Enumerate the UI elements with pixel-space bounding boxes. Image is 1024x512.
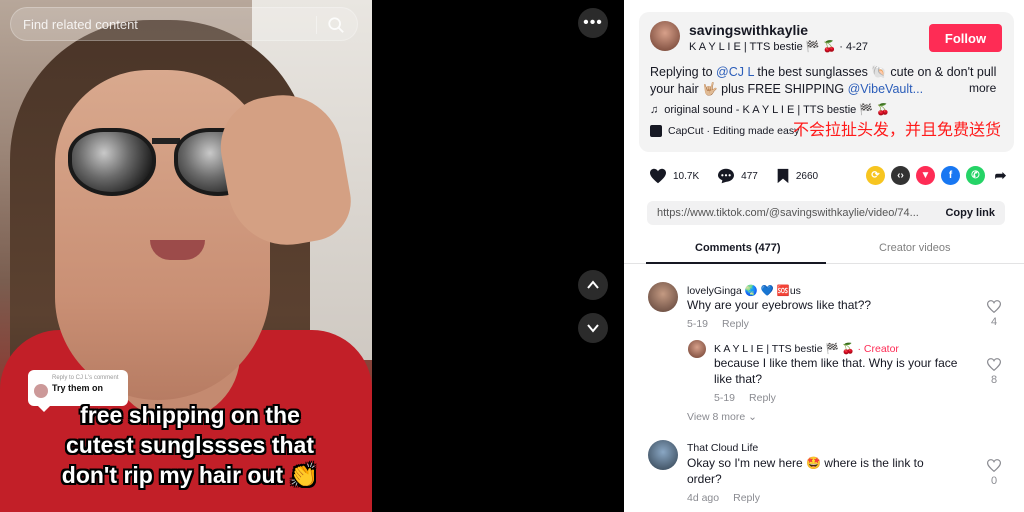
whatsapp-icon[interactable]: ✆ [966,166,985,185]
comment-meta: 5-19 Reply [687,318,749,330]
heart-outline-icon [986,358,1002,372]
video-caption: free shipping on the cutest sunglssses t… [40,400,340,490]
comment-button[interactable]: 477 [717,168,758,184]
author-avatar[interactable] [650,21,680,51]
comment-text: Why are your eyebrows like that?? [687,298,872,312]
capcut-link[interactable]: CapCut · Editing made easy [650,125,799,137]
video-description: Replying to @CJ L the best sunglasses 🐚 … [650,64,1000,98]
heart-outline-icon [986,300,1002,314]
action-bar: 10.7K 477 2660 [649,165,836,187]
facebook-icon[interactable]: f [941,166,960,185]
commenter-avatar[interactable] [648,282,678,312]
heart-icon [650,168,666,184]
share-arrow-icon[interactable]: ➦ [991,166,1010,185]
reply-meta: 5-19 Reply [714,392,776,404]
reply-author-label: K A Y L I E | TTS bestie 🏁 🍒 [714,343,855,355]
author-username[interactable]: savingswithkaylie [689,22,808,38]
detail-panel: savingswithkaylie K A Y L I E | TTS best… [624,0,1024,512]
search-placeholder: Find related content [23,17,138,32]
reply-like-count: 8 [990,374,998,386]
previous-video-button[interactable] [578,270,608,300]
comment-count: 477 [741,170,758,182]
tab-creator-videos[interactable]: Creator videos [879,242,951,254]
comment-tabs: Comments (477) Creator videos [624,238,1024,264]
video-player[interactable]: Find related content Reply to CJ L's com… [0,0,372,512]
mention-link[interactable]: @VibeVault... [848,82,923,96]
save-count: 2660 [795,170,819,182]
comment-icon [718,168,735,184]
more-link[interactable]: more [969,81,996,95]
reply-button[interactable]: Reply [722,318,749,330]
translation-overlay: 不会拉扯头发，并且免费送货 [793,122,1002,139]
embed-icon[interactable]: ‹› [891,166,910,185]
reply-author-name[interactable]: K A Y L I E | TTS bestie 🏁 🍒 · Creator [714,342,899,355]
capcut-label: CapCut · Editing made easy [668,125,800,137]
sticker-comment-text: Try them on [52,383,104,393]
chevron-down-icon [587,324,599,333]
copy-link-button[interactable]: Copy link [945,207,995,219]
reply-button[interactable]: Reply [749,392,776,404]
caption-line: cutest sunglssses that [66,432,314,458]
tab-comments[interactable]: Comments (477) [695,242,781,254]
comment-meta: 4d ago Reply [687,492,760,504]
search-icon[interactable] [327,16,345,34]
search-divider [316,16,317,34]
video-url: https://www.tiktok.com/@savingswithkayli… [657,207,919,219]
active-tab-indicator [646,262,826,264]
reply-text: because I like them like that. Why is yo… [714,356,958,386]
sound-name: original sound - K A Y L I E | TTS besti… [664,104,890,116]
save-button[interactable]: 2660 [776,168,818,184]
like-button[interactable]: 10.7K [649,168,699,184]
follow-button[interactable]: Follow [929,24,1002,52]
comment-like-button[interactable]: 0 [984,459,1004,487]
desc-prefix: Replying to [650,65,717,79]
search-bar[interactable]: Find related content [10,7,358,41]
send-icon[interactable]: ▼ [916,166,935,185]
repost-icon[interactable]: ⟳ [866,166,885,185]
commenter-name[interactable]: That Cloud Life [687,442,758,454]
heart-outline-icon [986,459,1002,473]
creator-avatar[interactable] [688,340,706,358]
sound-link[interactable]: ♫ original sound - K A Y L I E | TTS bes… [650,103,890,117]
share-buttons: ⟳ ‹› ▼ f ✆ ➦ [866,166,1010,185]
creator-badge: · Creator [857,343,899,355]
commenter-name[interactable]: lovelyGinga 🌏 💙 🆘us [687,284,801,297]
reply-button[interactable]: Reply [733,492,760,504]
caption-line: don't rip my hair out 👏 [61,462,319,488]
copy-link-row: https://www.tiktok.com/@savingswithkayli… [647,201,1005,225]
comment-text: Okay so I'm new here 🤩 where is the link… [687,456,924,486]
reply-like-button[interactable]: 8 [984,358,1004,386]
chevron-up-icon [587,280,599,289]
comment-like-count: 0 [990,475,998,487]
view-more-replies[interactable]: View 8 more ⌄ [687,411,757,423]
comment-like-count: 4 [990,316,998,328]
like-count: 10.7K [673,170,700,182]
reply-date: 5-19 [714,392,736,404]
next-video-button[interactable] [578,313,608,343]
author-subtitle: K A Y L I E | TTS bestie 🏁 🍒 · 4-27 [689,41,869,53]
music-note-icon: ♫ [650,103,659,116]
comment-like-button[interactable]: 4 [984,300,1004,328]
comment-date: 4d ago [687,492,720,504]
comment-date: 5-19 [687,318,709,330]
avatar [34,384,48,398]
caption-line: free shipping on the [80,402,300,428]
more-options-button[interactable]: ••• [578,8,608,38]
mention-link[interactable]: @CJ L [716,65,754,79]
bookmark-icon [777,168,789,184]
sticker-reply-label: Reply to CJ L's comment [52,375,119,381]
capcut-icon [650,125,662,137]
commenter-avatar[interactable] [648,440,678,470]
